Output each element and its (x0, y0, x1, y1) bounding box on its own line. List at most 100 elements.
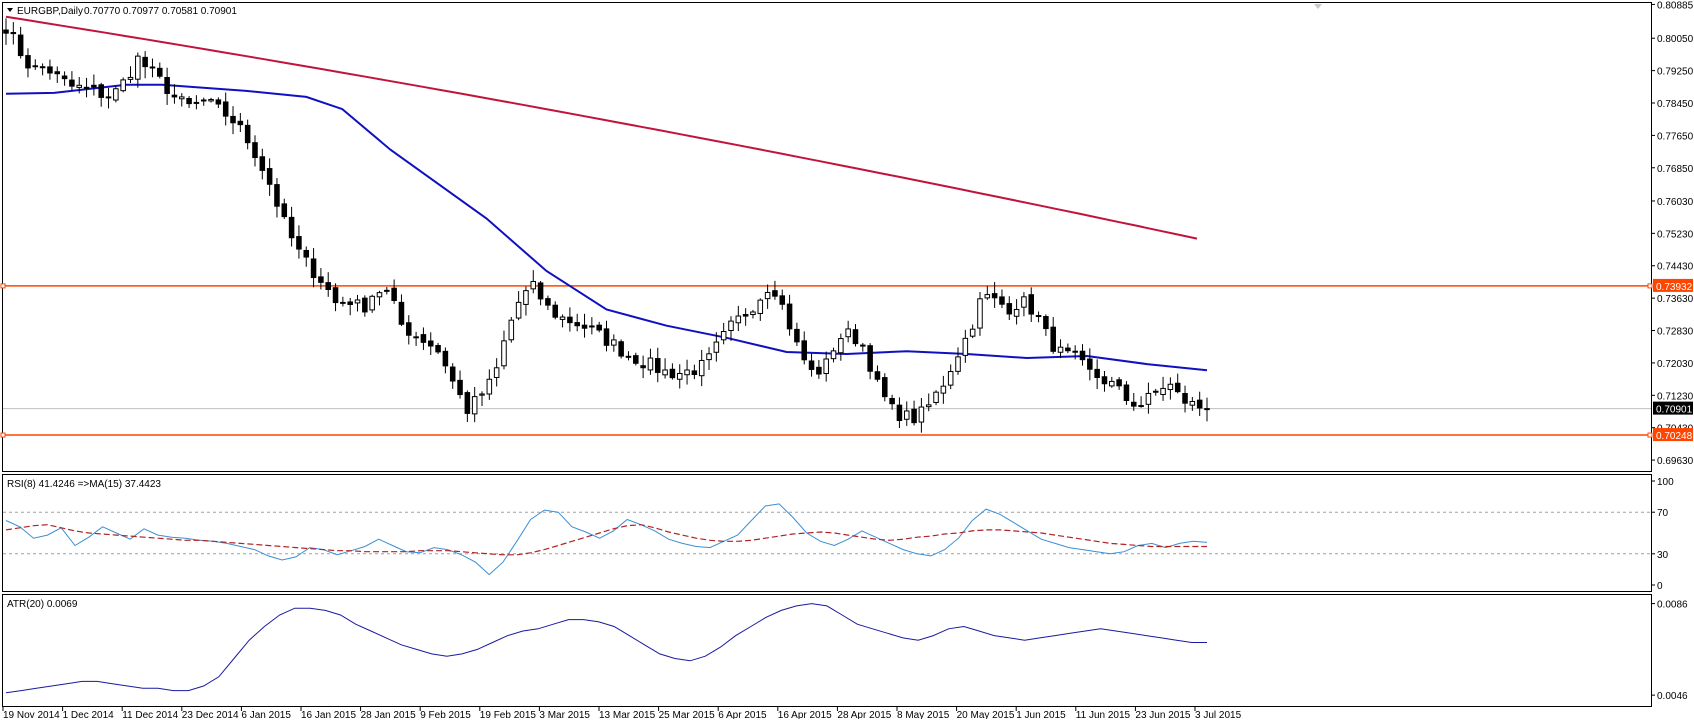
candle (149, 58, 156, 78)
candle-body (574, 322, 580, 327)
date-tick-label: 19 Feb 2015 (480, 710, 537, 719)
menu-triangle-icon[interactable] (7, 8, 13, 12)
candle (135, 52, 141, 88)
candle (816, 359, 822, 379)
candle-body (530, 280, 537, 290)
date-tick-label: 16 Jan 2015 (301, 710, 356, 719)
candle (882, 373, 888, 402)
candle (574, 313, 580, 332)
trading-chart[interactable]: 0.80885 0.80050 0.79250 0.78450 0.77650 0.768… (0, 0, 1694, 721)
atr-tick-label: 0.0046 (1657, 691, 1688, 702)
candle (559, 314, 566, 328)
chart-canvas[interactable]: 0.80885 0.80050 0.79250 0.78450 0.77650 0.768… (0, 0, 1694, 721)
candle-body (1123, 384, 1130, 402)
support-badge: 0.70248 (1656, 431, 1693, 442)
candle (698, 349, 705, 387)
candle (603, 320, 610, 352)
price-tick-label: 0.78450 (1657, 99, 1694, 110)
candle-body (742, 314, 749, 317)
candle (1079, 344, 1086, 366)
candle (896, 397, 903, 428)
candle-body (47, 66, 53, 74)
rsi-tick-label: 0 (1657, 581, 1663, 592)
price-tick-label: 0.75230 (1657, 229, 1694, 240)
candle (823, 351, 829, 382)
candle-body (925, 404, 932, 408)
candle (969, 324, 976, 339)
candle-body (222, 101, 229, 117)
candle (940, 375, 947, 404)
candle (867, 343, 873, 380)
candle-body (874, 371, 881, 380)
rsi-tick-label: 100 (1657, 477, 1674, 488)
candle (757, 298, 764, 321)
candle (1174, 373, 1181, 394)
date-tick-label: 23 Jun 2015 (1135, 710, 1190, 719)
candle-body (676, 372, 683, 380)
candle (801, 331, 807, 365)
candle-body (1160, 387, 1166, 395)
candle-body (303, 249, 310, 258)
axis-layer: 0.80885 0.80050 0.79250 0.78450 0.77650 0.768… (2, 0, 1694, 721)
candle (325, 272, 331, 297)
candle-body (479, 393, 485, 396)
candle (479, 391, 485, 407)
candle-body (1028, 294, 1035, 315)
candle (501, 330, 507, 370)
candle-body (3, 29, 9, 34)
candle (618, 339, 624, 359)
candle (1028, 287, 1035, 322)
candle-body (178, 96, 185, 100)
candle (391, 279, 397, 304)
price-layer (0, 15, 1653, 438)
candle-body (852, 329, 859, 345)
candle (171, 84, 178, 104)
candle (903, 401, 910, 426)
candle (310, 248, 317, 288)
candle-body (911, 408, 917, 424)
candle-body (259, 156, 266, 171)
candle (164, 67, 170, 105)
candle (47, 59, 53, 80)
candle (252, 135, 258, 167)
candle-body (611, 339, 617, 346)
candle (889, 394, 895, 410)
candle-body (794, 328, 800, 343)
candle-body (457, 379, 463, 396)
candle (676, 364, 683, 389)
candle (691, 364, 698, 380)
candle (200, 97, 207, 106)
candle (984, 286, 991, 300)
candle-body (654, 358, 661, 373)
scroll-marker-icon[interactable] (1314, 4, 1322, 9)
candle (486, 369, 493, 400)
candle-body (1057, 346, 1064, 353)
candle (98, 82, 104, 107)
candle (947, 364, 954, 390)
price-tick-label: 0.80885 (1657, 0, 1694, 11)
candle (625, 351, 632, 361)
candle-body (830, 350, 837, 360)
candle-body (1101, 376, 1108, 385)
price-tick-label: 0.76850 (1657, 164, 1694, 175)
date-tick-label: 20 May 2015 (957, 710, 1015, 719)
candle-body (1021, 296, 1027, 308)
candle-body (1072, 350, 1078, 353)
candle-body (706, 353, 712, 361)
candle (1021, 292, 1027, 317)
candle-body (493, 367, 500, 378)
candle (772, 280, 778, 300)
candle (398, 294, 405, 327)
candle-body (991, 293, 998, 299)
candle (17, 26, 24, 59)
candle (1094, 359, 1100, 390)
candle-body (435, 345, 441, 353)
candle (157, 62, 163, 79)
candle (69, 71, 75, 91)
candle-body (1130, 401, 1137, 407)
candle (303, 246, 310, 267)
price-tick-label: 0.77650 (1657, 131, 1694, 142)
candle-body (208, 98, 214, 102)
candle (457, 370, 463, 399)
candle-body (537, 282, 544, 300)
